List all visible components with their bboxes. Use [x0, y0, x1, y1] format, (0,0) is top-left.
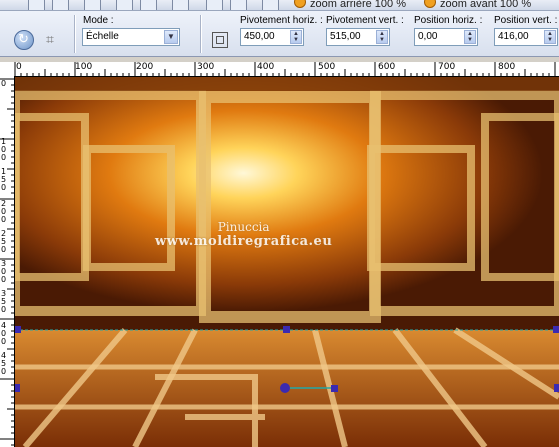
main-toolbar: zoom arrière 100 % zoom avant 100 %: [0, 0, 559, 11]
pivot-v-value: 515,00: [330, 31, 361, 42]
mode-value: Échelle: [86, 31, 119, 42]
reset-icon[interactable]: [14, 30, 34, 50]
deform-grid-icon[interactable]: ⌗: [46, 31, 62, 47]
pivot-h-input[interactable]: 450,00 ▲ ▼: [240, 28, 304, 46]
paste-icon[interactable]: [172, 0, 189, 10]
watermark: Pinuccia www.moldiregrafica.eu: [155, 220, 332, 249]
pivot-handle[interactable]: [283, 326, 290, 333]
view-icon[interactable]: [230, 0, 247, 10]
left-handle[interactable]: [15, 326, 21, 333]
pos-h-input[interactable]: 0,00 ▲ ▼: [414, 28, 478, 46]
redo-icon[interactable]: [140, 0, 157, 10]
ruler-vertical: 0 1 0 0 1 5 0 2 0 0 2 5 0 3 0 0 3 5 0 4 …: [0, 76, 15, 447]
ruler-horizontal: 0 100 200 300 400 500 600 700 800: [14, 62, 559, 77]
pos-h-value: 0,00: [418, 31, 438, 42]
ruler-label: 200: [136, 62, 154, 72]
ruler-label: 3 5 0: [1, 289, 7, 314]
ruler-label: 2 5 0: [1, 229, 7, 254]
ruler-label: 100: [75, 62, 93, 72]
ruler-label: 800: [498, 62, 516, 72]
ruler-label: 0: [16, 62, 22, 72]
spinner-icon[interactable]: ▲ ▼: [376, 30, 388, 44]
right-mid-handle[interactable]: [554, 384, 559, 392]
ruler-label: 700: [438, 62, 456, 72]
separator: [74, 15, 76, 53]
pos-v-label: Position vert. :: [494, 15, 558, 26]
rotation-handle[interactable]: [280, 383, 290, 393]
pos-h-label: Position horiz. :: [414, 15, 483, 26]
image-canvas[interactable]: Pinuccia www.moldiregrafica.eu: [15, 77, 559, 447]
pivot-h-label: Pivotement horiz. :: [240, 15, 323, 26]
ruler-label: 300: [197, 62, 215, 72]
undo-icon[interactable]: [116, 0, 133, 10]
save-icon[interactable]: [28, 0, 45, 10]
mode-label: Mode :: [83, 15, 114, 26]
watermark-url: www.moldiregrafica.eu: [155, 234, 333, 249]
zoom-out-button[interactable]: zoom arrière 100 %: [294, 0, 406, 10]
help-icon[interactable]: [262, 0, 279, 10]
tool-options-bar: ⌗ Mode : Échelle ▼ Pivotement horiz. : 4…: [0, 11, 559, 57]
pivot-v-input[interactable]: 515,00 ▲ ▼: [326, 28, 390, 46]
right-handle[interactable]: [553, 326, 559, 333]
ruler-ticks: [14, 62, 556, 76]
ruler-corner: [0, 62, 14, 76]
ruler-label: 500: [318, 62, 336, 72]
zoom-in-button[interactable]: zoom avant 100 %: [424, 0, 531, 10]
watermark-name: Pinuccia: [217, 220, 270, 234]
browse-icon[interactable]: [206, 0, 223, 10]
ruler-label: 2 0 0: [1, 199, 7, 224]
pivot-h-value: 450,00: [244, 31, 275, 42]
ruler-label: 600: [378, 62, 396, 72]
ruler-label: 3 0 0: [1, 259, 7, 284]
chevron-down-icon[interactable]: ▼: [164, 30, 178, 44]
save-as-icon[interactable]: [52, 0, 69, 10]
pos-v-value: 416,00: [498, 31, 529, 42]
pos-v-input[interactable]: 416,00 ▲ ▼: [494, 28, 558, 46]
ruler-label: 4 5 0: [1, 351, 7, 376]
spinner-icon[interactable]: ▲ ▼: [544, 30, 556, 44]
spinner-icon[interactable]: ▲ ▼: [290, 30, 302, 44]
artwork: [15, 77, 559, 447]
ruler-label: 4 0 0: [1, 321, 7, 346]
center-handle[interactable]: [331, 385, 338, 392]
transform-frame-icon[interactable]: [212, 32, 228, 48]
mode-select[interactable]: Échelle ▼: [82, 28, 180, 46]
print-icon[interactable]: [84, 0, 101, 10]
pivot-v-label: Pivotement vert. :: [326, 15, 404, 26]
ruler-label: 1 5 0: [1, 167, 7, 192]
left-mid-handle[interactable]: [15, 384, 20, 392]
ruler-label: 0: [1, 79, 7, 88]
ruler-label: 400: [257, 62, 275, 72]
separator: [200, 15, 202, 53]
ruler-label: 1 0 0: [1, 137, 7, 162]
spinner-icon[interactable]: ▲ ▼: [464, 30, 476, 44]
